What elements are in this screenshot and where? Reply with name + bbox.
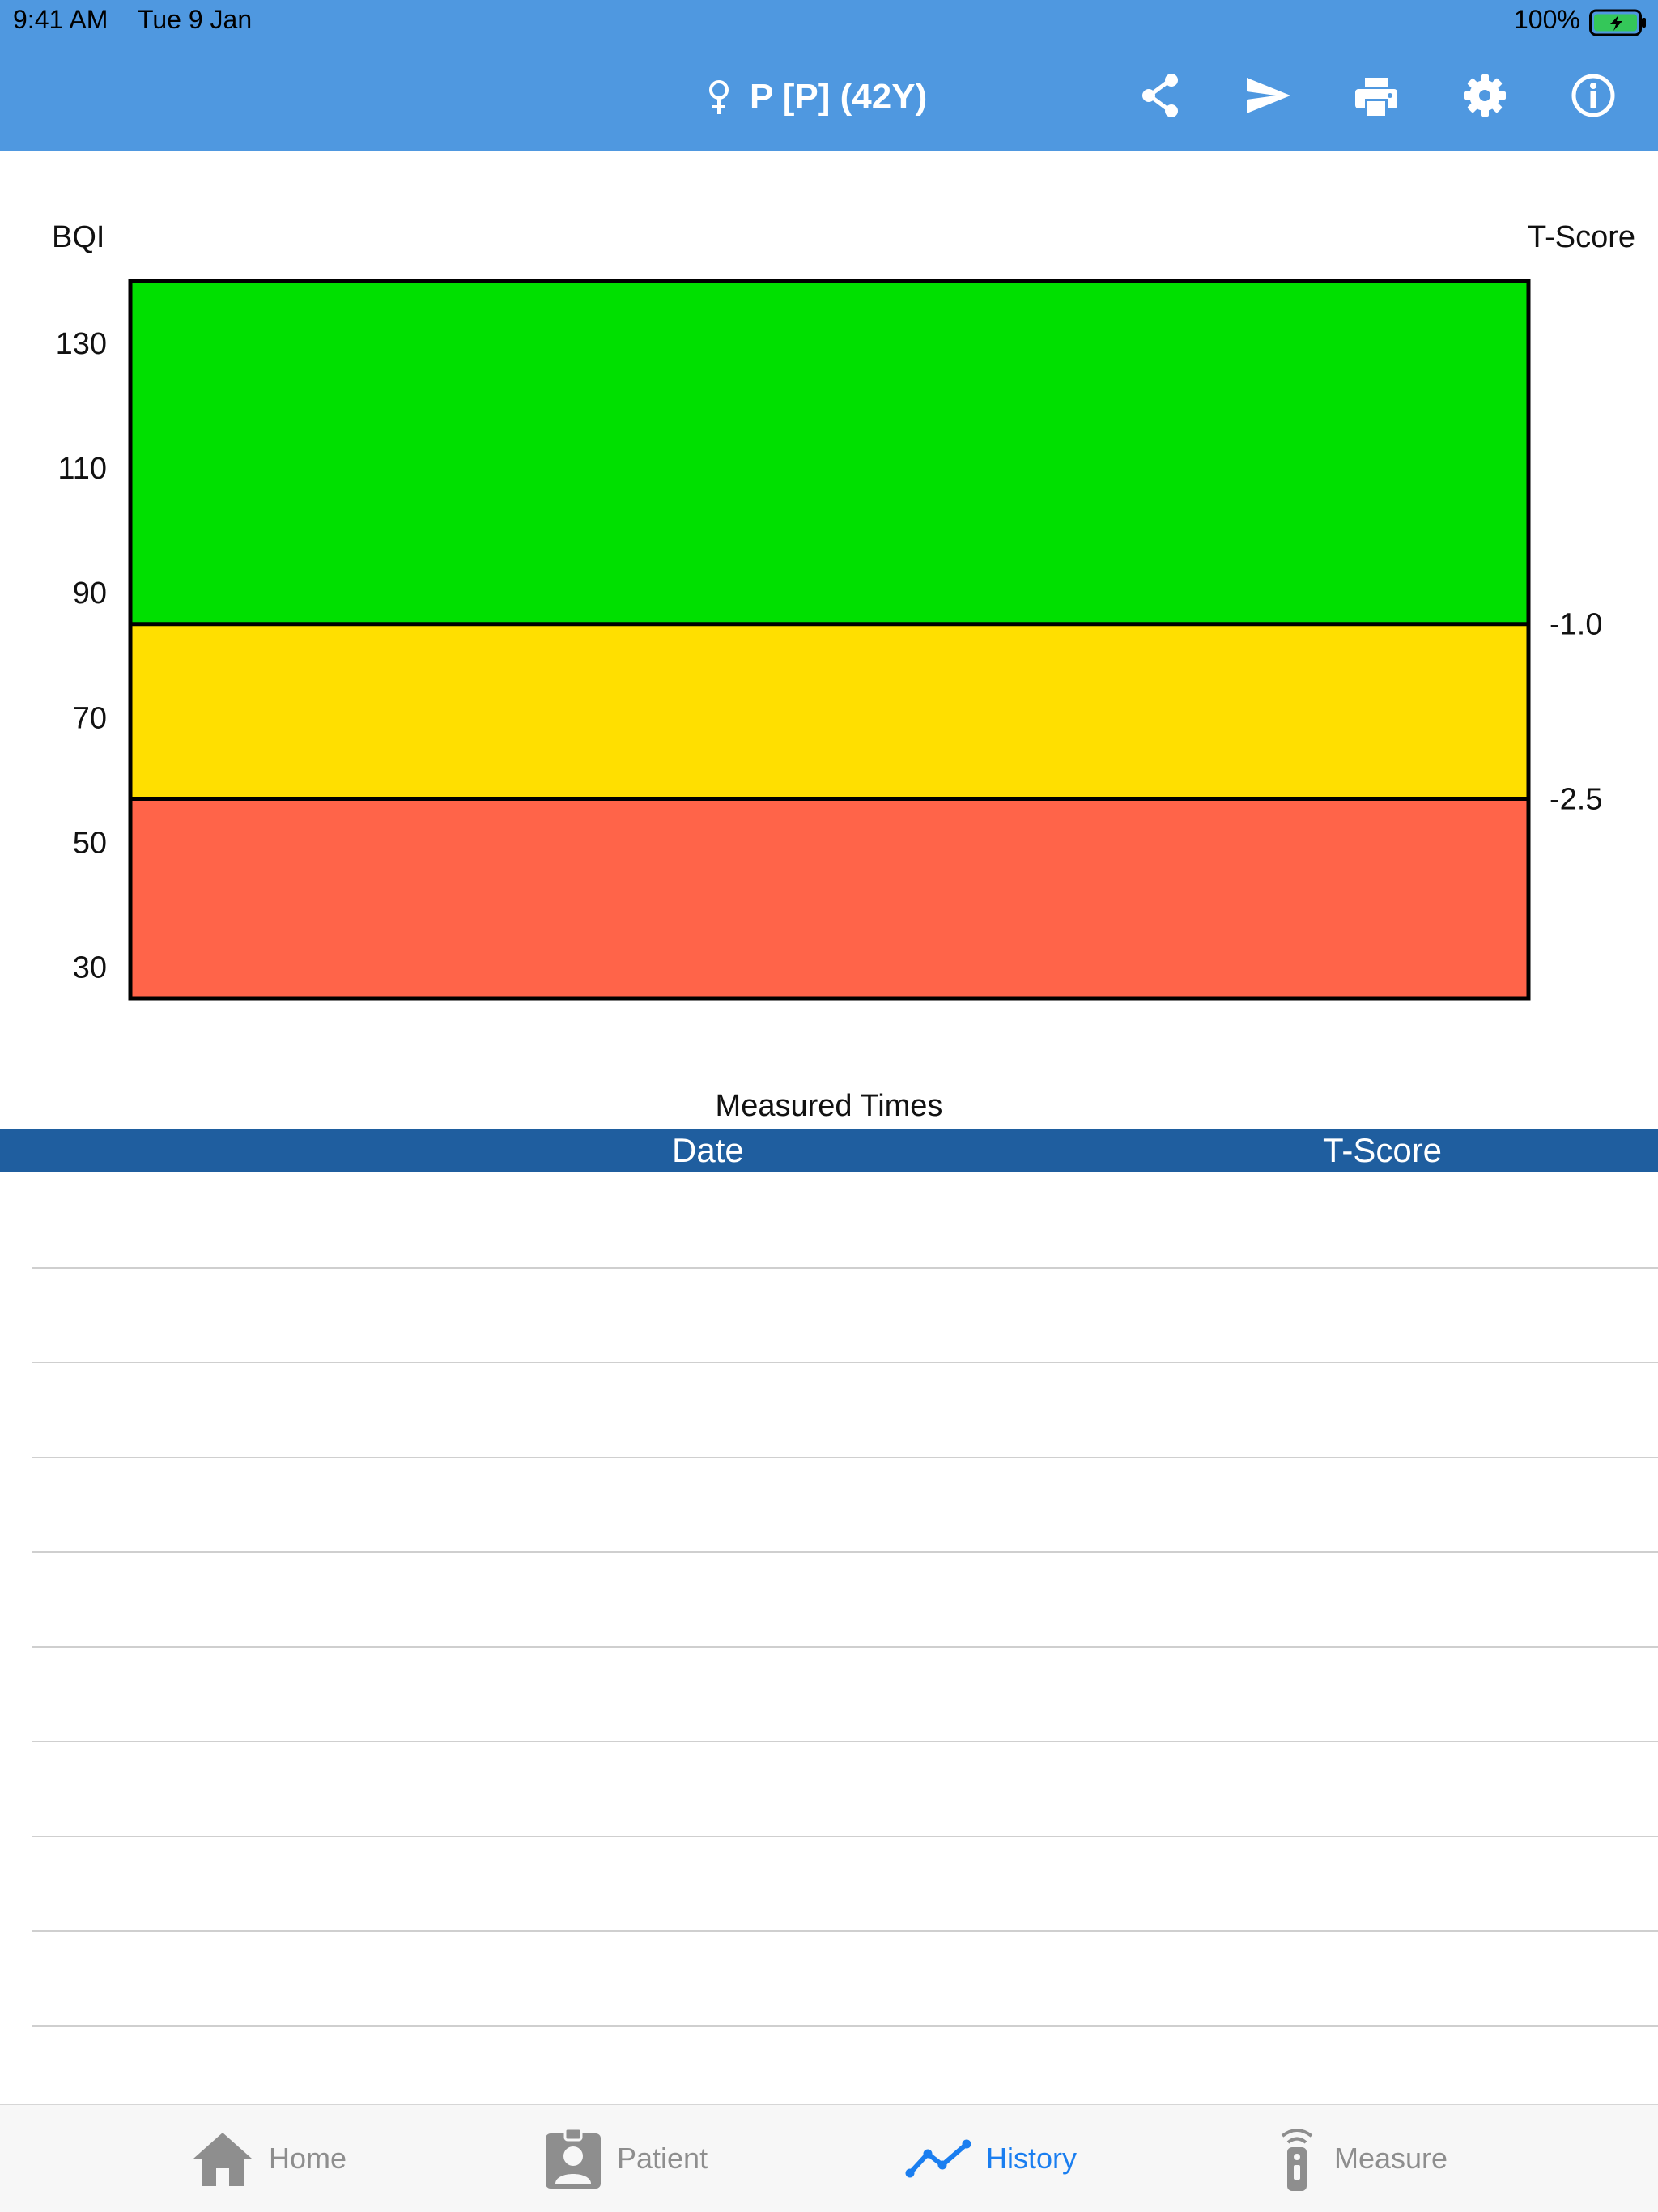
print-icon [1355,78,1397,116]
column-header-date: Date [672,1131,744,1169]
right-tick-label: -1.0 [1550,608,1602,642]
table-row-separator [32,1551,1658,1553]
table-row-separator [32,1741,1658,1742]
table-header: Date T-Score [0,1129,1658,1172]
info-icon [1571,74,1615,117]
tab-history[interactable]: History [905,2105,1077,2212]
right-axis-ticks: -1.0 -2.5 [1550,608,1602,817]
left-tick-label: 30 [73,951,107,985]
status-time: 9:41 AM [13,5,108,34]
table-row-separator [32,1457,1658,1458]
female-symbol-icon [709,80,729,114]
left-tick-label: 130 [56,327,107,361]
left-axis-title: BQI [52,220,104,254]
risk-bands [130,281,1528,998]
x-axis-label: Measured Times [715,1089,943,1123]
left-tick-label: 90 [73,576,107,610]
tab-patient[interactable]: Patient [544,2105,708,2212]
column-header-tscore: T-Score [1323,1131,1443,1169]
patient-name-title: P [P] (42Y) [750,77,928,117]
band-osteopenia [130,623,1528,799]
bqi-chart: BQI T-Score 130 110 90 70 50 30 -1.0 -2.5 [0,151,1658,1123]
tab-home-label: Home [269,2142,347,2175]
table-row-separator [32,1836,1658,1837]
print-button[interactable] [1352,71,1401,120]
band-osteoporosis [130,798,1528,998]
share-icon [1142,74,1178,117]
left-tick-label: 70 [73,701,107,735]
bqi-chart-svg: BQI T-Score 130 110 90 70 50 30 -1.0 -2.5 [52,220,1635,1001]
gear-icon [1464,74,1506,117]
band-normal [130,281,1528,624]
share-button[interactable] [1137,71,1185,120]
tab-bar: Home Patient History Measure [0,2104,1658,2212]
right-tick-label: -2.5 [1550,782,1602,816]
table-row-separator [32,1267,1658,1269]
left-tick-label: 50 [73,826,107,860]
measurements-table[interactable] [0,1172,1658,2104]
tab-patient-label: Patient [617,2142,708,2175]
battery-percentage: 100% [1514,5,1580,34]
table-row-separator [32,1362,1658,1363]
right-axis-title: T-Score [1528,220,1635,254]
tab-home[interactable]: Home [191,2105,346,2212]
info-button[interactable] [1569,71,1618,120]
tab-history-label: History [986,2142,1078,2175]
tab-measure[interactable]: Measure [1274,2105,1448,2212]
history-chart-icon [905,2139,971,2178]
left-axis-ticks: 130 110 90 70 50 30 [56,327,107,985]
settings-button[interactable] [1460,71,1509,120]
navigation-header: 9:41 AM Tue 9 Jan 100% P [P] (42Y) [0,0,1658,151]
table-row-separator [32,2025,1658,2027]
home-icon [193,2133,252,2186]
table-row-separator [32,1646,1658,1648]
table-row-separator [32,1930,1658,1932]
send-icon [1247,78,1290,113]
patient-badge-icon [546,2127,601,2189]
left-tick-label: 110 [57,452,107,486]
tab-measure-label: Measure [1334,2142,1448,2175]
measure-device-icon [1281,2129,1313,2191]
status-date: Tue 9 Jan [138,5,253,34]
patient-title: P [P] (42Y) [704,73,927,121]
send-button[interactable] [1244,71,1292,120]
history-screen: 9:41 AM Tue 9 Jan 100% P [P] (42Y) BQI T… [0,0,1658,2212]
battery-charging-icon [1589,9,1646,36]
